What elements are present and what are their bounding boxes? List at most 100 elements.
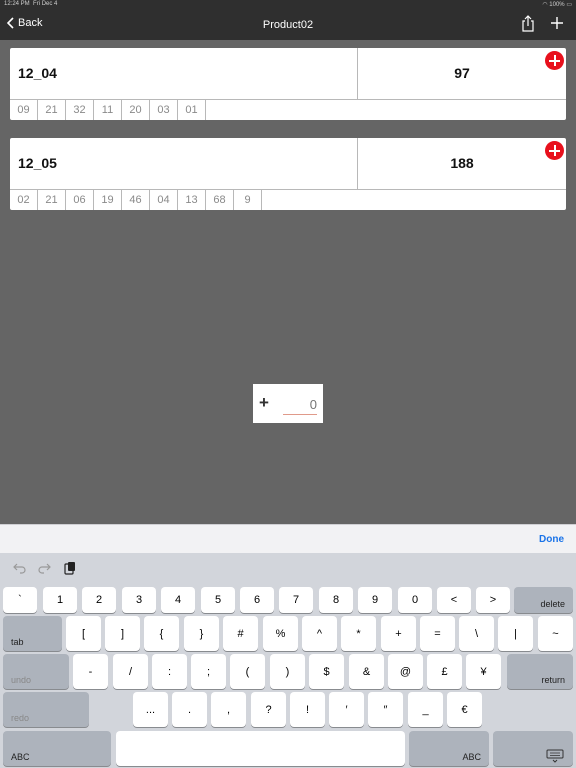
delete-key[interactable]: delete	[514, 587, 573, 613]
card-name: 12_05	[18, 155, 57, 171]
tag-row: 09 21 32 11 20 03 01	[10, 100, 566, 120]
undo-key[interactable]: undo	[3, 654, 69, 689]
key-row2-2[interactable]: {	[144, 616, 179, 651]
tag-chip: 9	[234, 190, 262, 210]
tag-chip: 46	[122, 190, 150, 210]
key-row3-5[interactable]: )	[270, 654, 305, 689]
redo-icon[interactable]	[37, 561, 51, 579]
tag-chip: 20	[122, 100, 150, 120]
key-row2-11[interactable]: |	[498, 616, 533, 651]
key-row3-1[interactable]: /	[113, 654, 148, 689]
key-row1-11[interactable]: <	[437, 587, 471, 613]
quantity-popup: +	[253, 384, 323, 423]
key-row2-10[interactable]: \	[459, 616, 494, 651]
product-card[interactable]: 12_04 97 09 21 32 11 20 03 01	[10, 48, 566, 120]
share-icon	[522, 15, 534, 32]
key-row1-6[interactable]: 6	[240, 587, 274, 613]
keyboard: delete tab undo return redo ABC ABC ` 1 2 3…	[0, 553, 576, 768]
tag-chip: 32	[66, 100, 94, 120]
tag-chip: 19	[94, 190, 122, 210]
key-row1-0[interactable]: `	[3, 587, 37, 613]
card-main-row: 12_05 188	[10, 138, 566, 190]
wifi-icon: ◠	[542, 2, 548, 8]
key-row4-7[interactable]: _	[408, 692, 443, 727]
key-row4-0[interactable]: ...	[133, 692, 168, 727]
key-row1-3[interactable]: 3	[122, 587, 156, 613]
key-row1-5[interactable]: 5	[201, 587, 235, 613]
key-row4-2[interactable]: ,	[211, 692, 246, 727]
status-bar: 12:24 PM Fri Dec 4 ◠ 100% ▭	[0, 0, 576, 9]
paste-icon[interactable]	[63, 561, 77, 580]
key-row2-12[interactable]: ~	[538, 616, 573, 651]
tag-chip: 21	[38, 100, 66, 120]
key-row2-7[interactable]: *	[341, 616, 376, 651]
redo-key[interactable]: redo	[3, 692, 89, 727]
key-row3-6[interactable]: $	[309, 654, 344, 689]
key-row1-2[interactable]: 2	[82, 587, 116, 613]
page-title: Product02	[262, 19, 314, 31]
tag-row: 02 21 06 19 46 04 13 68 9	[10, 190, 566, 210]
key-row2-6[interactable]: ^	[302, 616, 337, 651]
tag-chip: 03	[150, 100, 178, 120]
quantity-input[interactable]	[283, 394, 317, 415]
tag-chip: 21	[38, 190, 66, 210]
key-row1-7[interactable]: 7	[279, 587, 313, 613]
done-button[interactable]: Done	[539, 534, 564, 545]
dismiss-keyboard-key[interactable]	[493, 731, 573, 766]
key-row3-7[interactable]: &	[349, 654, 384, 689]
key-row1-10[interactable]: 0	[398, 587, 432, 613]
quantity-plus-button[interactable]: +	[259, 394, 269, 411]
plus-icon	[551, 17, 563, 29]
key-row4-1[interactable]: .	[172, 692, 207, 727]
card-count: 97	[454, 65, 470, 81]
key-row2-3[interactable]: }	[184, 616, 219, 651]
add-button[interactable]	[550, 16, 564, 35]
key-row1-8[interactable]: 8	[319, 587, 353, 613]
key-row3-0[interactable]: -	[73, 654, 108, 689]
key-row2-5[interactable]: %	[263, 616, 298, 651]
card-add-button[interactable]	[545, 141, 564, 160]
key-row4-6[interactable]: ″	[368, 692, 403, 727]
tag-chip: 11	[94, 100, 122, 120]
keyboard-accessory-bar: Done	[0, 524, 576, 553]
key-row2-1[interactable]: ]	[105, 616, 140, 651]
key-row1-12[interactable]: >	[476, 587, 510, 613]
card-name: 12_04	[18, 65, 57, 81]
abc-key-left[interactable]: ABC	[3, 731, 111, 766]
key-row2-9[interactable]: =	[420, 616, 455, 651]
key-row3-8[interactable]: @	[388, 654, 423, 689]
keyboard-dismiss-icon	[546, 749, 564, 763]
key-row1-9[interactable]: 9	[358, 587, 392, 613]
key-row3-9[interactable]: £	[427, 654, 462, 689]
key-row2-8[interactable]: +	[381, 616, 416, 651]
key-row1-1[interactable]: 1	[43, 587, 77, 613]
share-button[interactable]	[521, 15, 535, 37]
tag-chip: 02	[10, 190, 38, 210]
battery-icon: ▭	[566, 2, 572, 8]
key-row1-4[interactable]: 4	[161, 587, 195, 613]
key-row3-10[interactable]: ¥	[466, 654, 501, 689]
tag-chip: 06	[66, 190, 94, 210]
tab-key[interactable]: tab	[3, 616, 62, 651]
tag-chip: 13	[178, 190, 206, 210]
key-row2-4[interactable]: #	[223, 616, 258, 651]
key-row3-3[interactable]: ;	[191, 654, 226, 689]
return-key[interactable]: return	[507, 654, 573, 689]
key-row3-4[interactable]: (	[230, 654, 265, 689]
key-row4-3[interactable]: ?	[251, 692, 286, 727]
key-row3-2[interactable]: :	[152, 654, 187, 689]
navigation-bar: Back Product02	[0, 9, 576, 40]
key-row2-0[interactable]: [	[66, 616, 101, 651]
key-row4-8[interactable]: €	[447, 692, 482, 727]
key-row4-5[interactable]: ′	[329, 692, 364, 727]
card-count: 188	[450, 155, 474, 171]
key-row4-4[interactable]: !	[290, 692, 325, 727]
card-add-button[interactable]	[545, 51, 564, 70]
tag-chip: 04	[150, 190, 178, 210]
product-card[interactable]: 12_05 188 02 21 06 19 46 04 13 68 9	[10, 138, 566, 210]
space-key[interactable]	[116, 731, 405, 766]
status-battery: ◠ 100% ▭	[542, 2, 572, 8]
abc-key-right[interactable]: ABC	[409, 731, 489, 766]
card-main-row: 12_04 97	[10, 48, 566, 100]
undo-icon[interactable]	[13, 561, 27, 579]
